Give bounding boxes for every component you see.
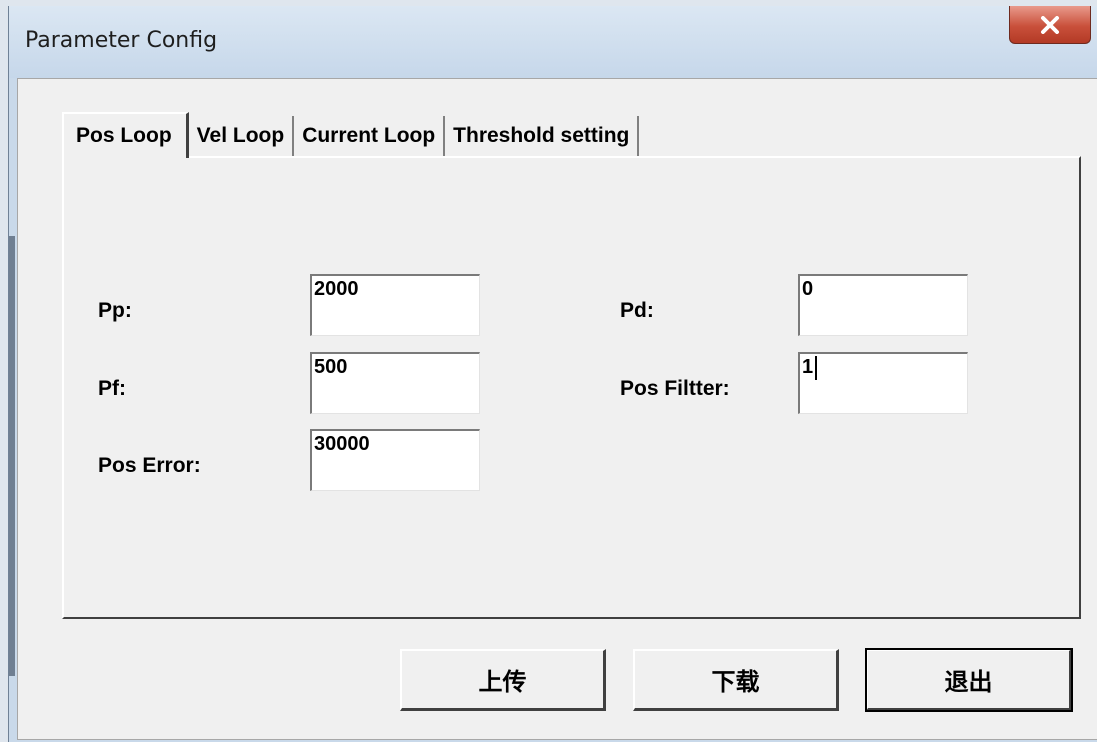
title-bar[interactable]: Parameter Config <box>9 6 1097 78</box>
pp-input[interactable]: 2000 <box>310 274 480 336</box>
close-icon <box>1040 15 1060 34</box>
pd-value: 0 <box>802 278 814 300</box>
text-caret <box>815 356 818 380</box>
tab-current-loop[interactable]: Current Loop <box>294 116 446 156</box>
pos-error-value: 30000 <box>314 433 370 455</box>
pf-label: Pf: <box>98 377 126 400</box>
pf-value: 500 <box>314 356 348 378</box>
close-button[interactable] <box>1009 6 1091 44</box>
dialog-client-area: Pos Loop Vel Loop Current Loop Threshold… <box>17 78 1097 740</box>
pos-filter-input[interactable]: 1 <box>798 352 968 414</box>
pd-input[interactable]: 0 <box>798 274 968 336</box>
upload-button[interactable]: 上传 <box>400 649 606 711</box>
parameter-config-window: Parameter Config Pos Loop Vel Loop Curre… <box>8 6 1097 742</box>
pos-filter-value: 1 <box>802 356 814 378</box>
window-edge-decoration <box>9 236 15 676</box>
pp-label: Pp: <box>98 299 132 322</box>
tab-pos-loop[interactable]: Pos Loop <box>62 112 189 158</box>
exit-button[interactable]: 退出 <box>865 648 1073 712</box>
window-title: Parameter Config <box>25 28 218 53</box>
pp-value: 2000 <box>314 278 359 300</box>
tab-strip: Pos Loop Vel Loop Current Loop Threshold… <box>62 112 640 158</box>
pd-label: Pd: <box>620 299 654 322</box>
pos-filter-label: Pos Filtter: <box>620 377 730 400</box>
tab-threshold-setting[interactable]: Threshold setting <box>445 116 640 156</box>
pf-input[interactable]: 500 <box>310 352 480 414</box>
pos-error-label: Pos Error: <box>98 454 201 477</box>
pos-error-input[interactable]: 30000 <box>310 429 480 491</box>
download-button[interactable]: 下载 <box>633 649 839 711</box>
tab-vel-loop[interactable]: Vel Loop <box>188 116 295 156</box>
pos-loop-panel: Pp: 2000 Pf: 500 Pos Error: 30000 Pd: 0 … <box>62 156 1081 619</box>
